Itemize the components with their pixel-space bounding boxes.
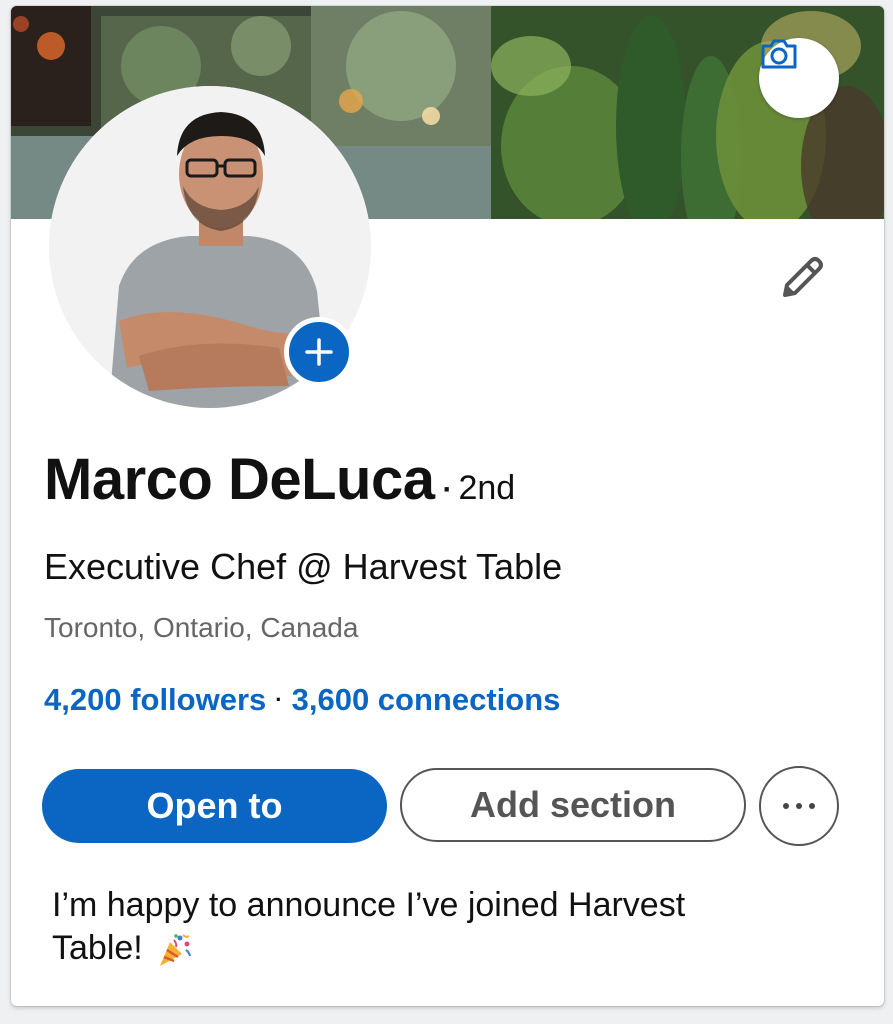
name-line: Marco DeLuca · 2nd — [44, 446, 515, 513]
connections-link[interactable]: 3,600 connections — [292, 682, 561, 718]
add-section-button[interactable]: Add section — [400, 768, 746, 842]
add-photo-button[interactable] — [284, 317, 354, 387]
edit-cover-button[interactable] — [759, 38, 839, 118]
connection-degree: 2nd — [458, 469, 516, 507]
stats-separator: · — [275, 687, 283, 712]
profile-stats: 4,200 followers · 3,600 connections — [44, 682, 560, 718]
profile-name: Marco DeLuca — [44, 447, 435, 512]
camera-icon — [761, 39, 797, 69]
profile-headline: Executive Chef @ Harvest Table — [44, 546, 563, 587]
more-horizontal-icon-dot — [809, 803, 815, 809]
more-horizontal-icon-dot — [796, 803, 802, 809]
announcement-text-block: I’m happy to announce I’ve joined Harves… — [52, 884, 772, 970]
party-popper-icon — [160, 934, 192, 967]
more-horizontal-icon-dot — [783, 803, 789, 809]
profile-card: Marco DeLuca · 2nd Executive Chef @ Harv… — [11, 6, 884, 1006]
name-separator: · — [442, 473, 453, 506]
pencil-icon — [783, 257, 823, 297]
announcement-text: I’m happy to announce I’ve joined Harves… — [52, 886, 686, 967]
plus-icon — [305, 338, 333, 366]
profile-location: Toronto, Ontario, Canada — [44, 612, 359, 643]
more-actions-button[interactable] — [759, 766, 839, 846]
open-to-button[interactable]: Open to — [42, 769, 387, 843]
edit-intro-button[interactable] — [774, 250, 830, 306]
followers-link[interactable]: 4,200 followers — [44, 682, 266, 718]
